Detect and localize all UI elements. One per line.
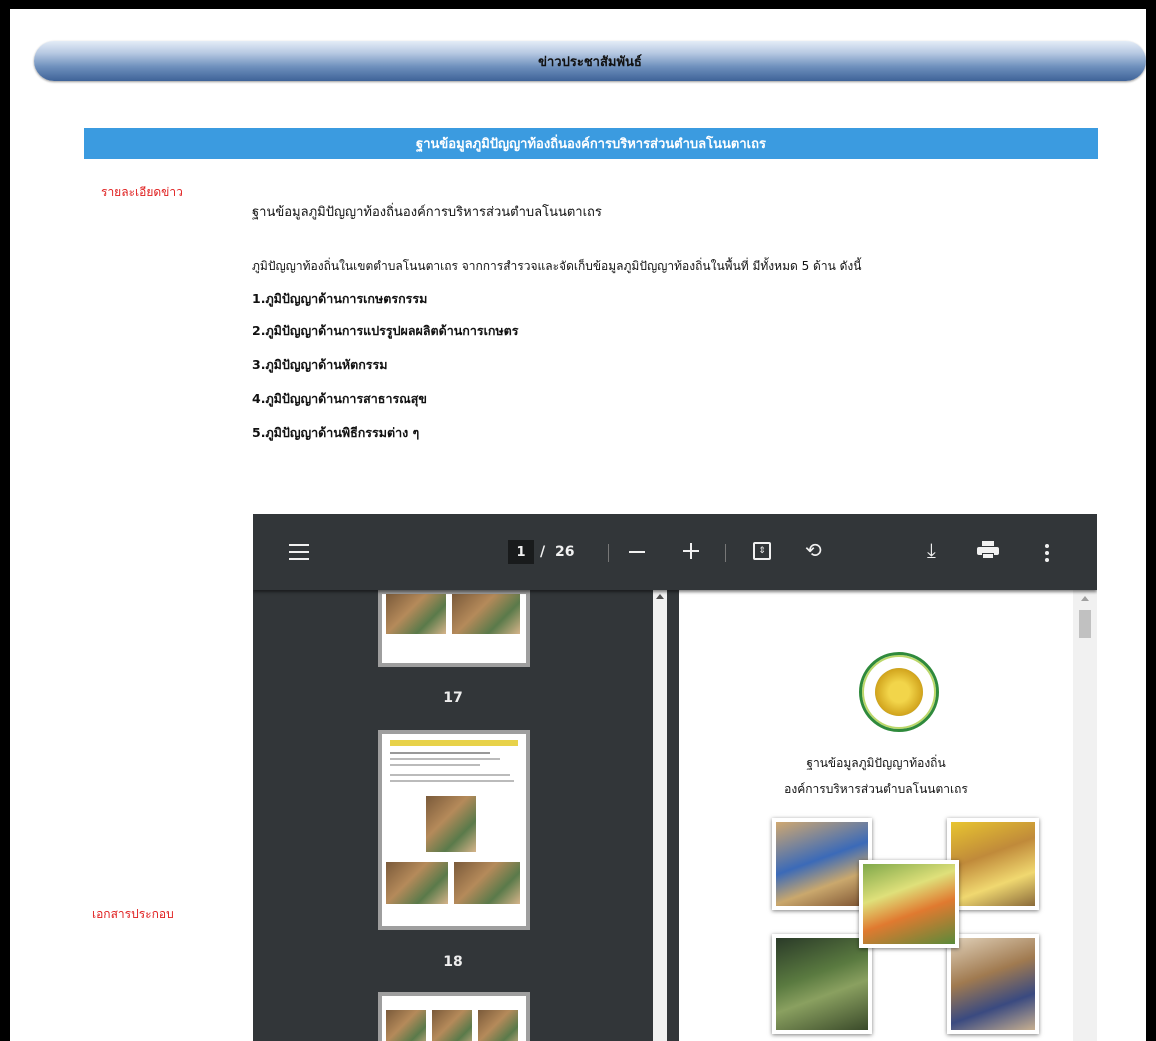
menu-icon[interactable] (289, 544, 309, 560)
wisdom-item: 5.ภูมิปัญญาด้านพิธีกรรมต่าง ๆ (252, 425, 420, 440)
wisdom-item: 2.ภูมิปัญญาด้านการแปรรูปผลผลิตด้านการเกษ… (252, 323, 519, 338)
thumbnail-page-18[interactable] (378, 730, 530, 930)
page-pane[interactable]: ฐานข้อมูลภูมิปัญญาท้องถิ่น องค์การบริหาร… (667, 590, 1097, 1041)
wisdom-item: 1.ภูมิปัญญาด้านการเกษตรกรรม (252, 291, 428, 306)
thumbnail-page-17[interactable] (378, 590, 530, 667)
page-scrollbar[interactable] (1073, 590, 1097, 1041)
page-frame: ข่าวประชาสัมพันธ์ ฐานข้อมูลภูมิปัญญาท้อง… (10, 9, 1146, 1041)
pdf-page: ฐานข้อมูลภูมิปัญญาท้องถิ่น องค์การบริหาร… (679, 590, 1073, 1041)
thumbnail-scrollbar[interactable] (653, 590, 667, 1041)
page-separator: / (540, 544, 546, 560)
pdf-toolbar: 1 / 26 ⇕ ⟲ ⤓ (253, 514, 1097, 590)
thumbnail-label: 17 (443, 690, 463, 706)
wisdom-item: 3.ภูมิปัญญาด้านหัตกรรม (252, 357, 388, 372)
news-title: ฐานข้อมูลภูมิปัญญาท้องถิ่นองค์การบริหารส… (416, 137, 766, 152)
more-options-icon[interactable] (1045, 544, 1049, 562)
document-title: ฐานข้อมูลภูมิปัญญาท้องถิ่นองค์การบริหารส… (252, 205, 602, 220)
cover-photo (859, 860, 959, 948)
detail-label: รายละเอียดข่าว (101, 185, 183, 199)
header-title: ข่าวประชาสัมพันธ์ (538, 54, 642, 70)
header-bar: ข่าวประชาสัมพันธ์ (34, 41, 1146, 81)
download-icon[interactable]: ⤓ (927, 540, 936, 560)
page-number-input[interactable]: 1 (508, 540, 534, 564)
thumbnail-page-19[interactable] (378, 992, 530, 1041)
zoom-in-icon[interactable] (683, 543, 699, 559)
toolbar-divider (608, 544, 609, 562)
thumbnail-label: 18 (443, 954, 463, 970)
pdf-viewer[interactable]: 1 / 26 ⇕ ⟲ ⤓ 17 18 ฐานข้อมูลภูมิปัญญาท้อ… (253, 514, 1097, 1041)
attachment-label: เอกสารประกอบ (92, 907, 174, 921)
cover-photo (772, 818, 872, 910)
news-title-bar: ฐานข้อมูลภูมิปัญญาท้องถิ่นองค์การบริหารส… (84, 128, 1098, 159)
toolbar-divider (725, 544, 726, 562)
rotate-icon[interactable]: ⟲ (805, 540, 822, 560)
page-total: 26 (555, 544, 575, 560)
organization-seal (859, 652, 939, 732)
intro-text: ภูมิปัญญาท้องถิ่นในเขตตำบลโนนตาเถร จากกา… (252, 259, 862, 273)
cover-subtitle: องค์การบริหารส่วนตำบลโนนตาเถร (784, 782, 968, 796)
cover-photo (947, 934, 1039, 1034)
wisdom-item: 4.ภูมิปัญญาด้านการสาธารณสุข (252, 391, 427, 406)
fit-to-page-icon[interactable]: ⇕ (753, 542, 771, 560)
cover-photo (772, 934, 872, 1034)
cover-photo (947, 818, 1039, 910)
print-icon[interactable] (977, 541, 999, 559)
cover-title: ฐานข้อมูลภูมิปัญญาท้องถิ่น (806, 756, 946, 770)
thumbnail-pane[interactable]: 17 18 (253, 590, 667, 1041)
zoom-out-icon[interactable] (629, 551, 645, 553)
